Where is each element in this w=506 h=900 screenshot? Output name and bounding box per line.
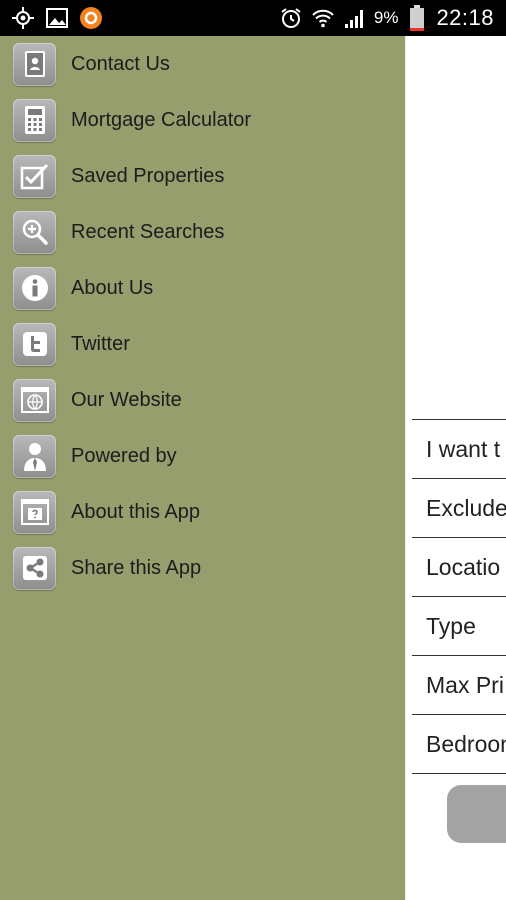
- share-icon: [13, 546, 56, 590]
- navigation-drawer: Contact Us Mortgage Calculator Saved Pro…: [0, 36, 405, 900]
- drawer-item-label: Powered by: [71, 444, 177, 467]
- search-screen: I want t Exclude Locatio Type Max Pri Be…: [405, 36, 506, 900]
- form-row-label: Locatio: [426, 553, 501, 580]
- drawer-item-powered-by[interactable]: Powered by: [0, 428, 405, 484]
- drawer-item-saved-properties[interactable]: Saved Properties: [0, 148, 405, 204]
- form-row-label: Exclude: [426, 494, 506, 521]
- signal-icon: [342, 5, 368, 31]
- drawer-item-twitter[interactable]: Twitter: [0, 316, 405, 372]
- drawer-item-label: Contact Us: [71, 52, 170, 75]
- drawer-item-mortgage-calculator[interactable]: Mortgage Calculator: [0, 92, 405, 148]
- drawer-item-label: Our Website: [71, 388, 182, 411]
- form-row-bedrooms[interactable]: Bedroon: [412, 714, 506, 774]
- drawer-item-label: Twitter: [71, 332, 130, 355]
- image-icon: [44, 5, 70, 31]
- twitter-icon: [13, 322, 56, 366]
- status-bar: 9% 22:18: [0, 0, 506, 36]
- form-row-label: I want t: [426, 435, 501, 462]
- drawer-item-our-website[interactable]: Our Website: [0, 372, 405, 428]
- contact-card-icon: [13, 42, 56, 86]
- form-row-label: Type: [426, 612, 476, 639]
- drawer-item-about-us[interactable]: About Us: [0, 260, 405, 316]
- form-row-transaction[interactable]: I want t: [412, 419, 506, 478]
- drawer-item-label: About Us: [71, 276, 154, 299]
- drawer-item-label: Saved Properties: [71, 164, 225, 187]
- drawer-item-share-this-app[interactable]: Share this App: [0, 540, 405, 596]
- drawer-item-recent-searches[interactable]: Recent Searches: [0, 204, 405, 260]
- form-row-type[interactable]: Type: [412, 596, 506, 655]
- search-form: I want t Exclude Locatio Type Max Pri Be…: [412, 419, 506, 774]
- gps-icon: [10, 5, 36, 31]
- battery-percent: 9%: [373, 8, 399, 27]
- drawer-item-label: Mortgage Calculator: [71, 108, 252, 131]
- form-row-label: Max Pri: [426, 671, 504, 698]
- form-row-label: Bedroon: [426, 730, 506, 757]
- magnifier-plus-icon: [13, 210, 56, 254]
- form-row-max-price[interactable]: Max Pri: [412, 655, 506, 714]
- drawer-item-label: Share this App: [71, 556, 202, 579]
- wifi-icon: [310, 5, 336, 31]
- drawer-item-label: Recent Searches: [71, 220, 225, 243]
- checkbox-icon: [13, 154, 56, 198]
- person-icon: [13, 434, 56, 478]
- form-row-exclude[interactable]: Exclude: [412, 478, 506, 537]
- alarm-icon: [278, 5, 304, 31]
- drawer-item-contact-us[interactable]: Contact Us: [0, 36, 405, 92]
- drawer-item-label: About this App: [71, 500, 200, 523]
- calculator-icon: [13, 98, 56, 142]
- clock: 22:18: [436, 5, 494, 30]
- help-window-icon: [13, 490, 56, 534]
- website-icon: [13, 378, 56, 422]
- info-icon: [13, 266, 56, 310]
- drawer-item-about-this-app[interactable]: About this App: [0, 484, 405, 540]
- app-notification-icon: [78, 5, 104, 31]
- form-row-location[interactable]: Locatio: [412, 537, 506, 596]
- battery-icon: [404, 5, 430, 31]
- search-button[interactable]: [447, 785, 506, 843]
